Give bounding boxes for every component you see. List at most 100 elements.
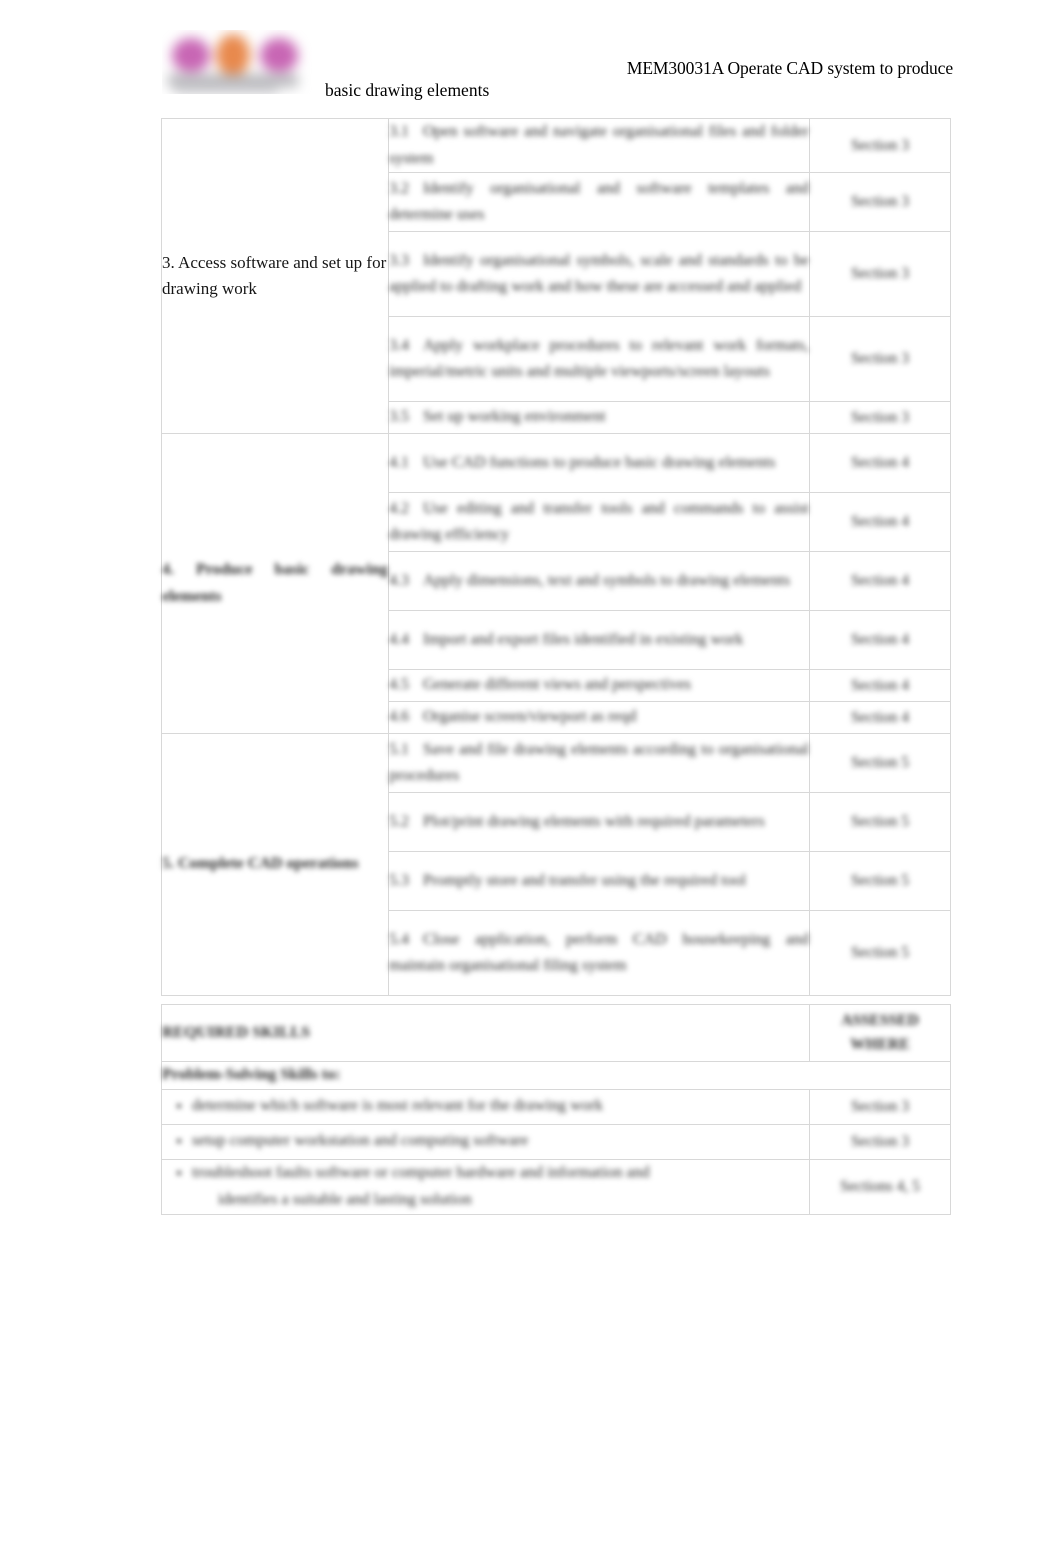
section-label: Section 5	[850, 813, 910, 830]
section-label: Section 3	[850, 408, 910, 426]
criteria-cell: 4.5 Generate different views and perspect…	[388, 669, 810, 702]
criteria-text: 3.1 Open software and navigate organisati…	[389, 119, 809, 172]
table-row: determine which software is most relevan…	[161, 1088, 951, 1125]
criteria-number: 5.4	[389, 930, 409, 948]
criteria-body: Use editing and transfer tools and comma…	[389, 499, 809, 544]
required-skills-heading: REQUIRED SKILLS	[162, 1023, 311, 1041]
assessed-where-header-cell: ASSESSED WHERE	[809, 1004, 951, 1062]
section-label: Section 5	[850, 872, 910, 889]
criteria-text: 5.2 Plot/print drawing elements with requ…	[389, 809, 809, 836]
skill-cell: troubleshoot faults software or computer…	[161, 1158, 810, 1215]
section-cell: Section 4	[809, 701, 951, 734]
element-label-4: 4. Produce basic drawing elements	[162, 561, 388, 605]
criteria-number: 4.2	[389, 499, 409, 517]
criteria-number: 4.4	[389, 630, 409, 648]
problem-solving-subheading: Problem-Solving Skills to:	[162, 1066, 341, 1083]
criteria-text: 5.1 Save and file drawing elements accord…	[389, 737, 809, 790]
criteria-text: 4.4 Import and export files identified in…	[389, 627, 809, 654]
criteria-text: 4.6 Organise screen/viewport as reqd	[389, 704, 809, 731]
section-cell: Section 3	[809, 231, 951, 317]
criteria-text: 3.3 Identify organisational symbols, scal…	[389, 248, 809, 301]
criteria-body: Organise screen/viewport as reqd	[423, 708, 637, 726]
section-label: Section 3	[850, 265, 910, 282]
section-cell: Section 3	[809, 316, 951, 402]
criteria-body: Open software and navigate organisationa…	[389, 123, 809, 167]
section-cell: Section 3	[809, 172, 951, 232]
criteria-number: 4.5	[389, 676, 409, 694]
criteria-body: Promptly store and transfer using the re…	[423, 871, 747, 889]
section-cell: Section 4	[809, 433, 951, 493]
section-label: Section 3	[850, 1132, 910, 1150]
assessed-where-line1: ASSESSED	[841, 1012, 919, 1029]
criteria-body: Save and file drawing elements according…	[389, 740, 809, 785]
criteria-number: 5.2	[389, 812, 409, 830]
logo-shape-left	[172, 38, 210, 72]
required-skills-table: REQUIRED SKILLS ASSESSED WHERE Problem-S…	[161, 1004, 951, 1215]
table-row: REQUIRED SKILLS ASSESSED WHERE	[161, 1004, 951, 1062]
criteria-cell: 4.1 Use CAD functions to produce basic dr…	[388, 433, 810, 493]
section-cell: Section 5	[809, 733, 951, 793]
section-cell: Section 5	[809, 910, 951, 996]
criteria-cell: 3.3 Identify organisational symbols, scal…	[388, 231, 810, 317]
section-label: Section 4	[850, 708, 910, 726]
criteria-body: Use CAD functions to produce basic drawi…	[423, 453, 776, 471]
criteria-number: 4.3	[389, 571, 409, 589]
criteria-body: Apply dimensions, text and symbols to dr…	[423, 571, 791, 589]
section-cell: Section 3	[809, 118, 951, 173]
criteria-text: 3.2 Identify organisational and software …	[389, 176, 809, 229]
section-cell: Section 3	[809, 1123, 951, 1160]
section-cell: Section 4	[809, 551, 951, 611]
criteria-body: Set up working environment	[423, 408, 606, 426]
logo-shape-right	[260, 38, 298, 72]
document-title-line1: MEM30031A Operate CAD system to produce	[626, 58, 953, 78]
criteria-body: Plot/print drawing elements with require…	[423, 812, 765, 830]
criteria-cell: 3.5 Set up working environment	[388, 401, 810, 434]
criteria-number: 4.6	[389, 708, 409, 726]
element-cell-4: 4. Produce basic drawing elements	[161, 433, 389, 734]
element-cell-5: 5. Complete CAD operations	[161, 733, 389, 996]
criteria-text: 4.3 Apply dimensions, text and symbols to…	[389, 568, 809, 595]
table-row: setup computer workstation and computing…	[161, 1123, 951, 1160]
skill-bullet-list: troubleshoot faults software or computer…	[162, 1160, 809, 1213]
section-cell: Sections 4, 5	[809, 1158, 951, 1215]
section-cell: Section 3	[809, 401, 951, 434]
criteria-cell: 3.4 Apply workplace procedures to relevan…	[388, 316, 810, 402]
criteria-cell: 5.3 Promptly store and transfer using the…	[388, 851, 810, 911]
skill-text: troubleshoot faults software or computer…	[192, 1160, 809, 1213]
criteria-text: 3.5 Set up working environment	[389, 404, 809, 431]
section-label: Section 4	[850, 676, 910, 694]
criteria-text: 4.1 Use CAD functions to produce basic dr…	[389, 450, 809, 477]
table-row: Problem-Solving Skills to:	[161, 1061, 951, 1090]
section-label: Section 4	[850, 572, 910, 589]
section-label: Section 4	[850, 454, 910, 471]
criteria-cell: 4.6 Organise screen/viewport as reqd	[388, 701, 810, 734]
criteria-text: 4.2 Use editing and transfer tools and co…	[389, 496, 809, 549]
criteria-body: Import and export files identified in ex…	[423, 630, 744, 648]
logo-wordmark	[168, 74, 298, 87]
criteria-number: 3.2	[389, 179, 409, 197]
section-label: Section 3	[850, 193, 910, 210]
section-label: Section 3	[850, 136, 910, 154]
elements-table-body: 3. Access software and set up for drawin…	[161, 118, 951, 996]
criteria-text: 4.5 Generate different views and perspect…	[389, 672, 809, 699]
criteria-cell: 3.1 Open software and navigate organisati…	[388, 118, 810, 173]
criteria-cell: 4.2 Use editing and transfer tools and co…	[388, 492, 810, 552]
institution-logo	[162, 30, 312, 94]
criteria-body: Identify organisational symbols, scale a…	[389, 251, 809, 296]
document-title-line2: basic drawing elements	[325, 80, 490, 100]
criteria-cell: 4.4 Import and export files identified in…	[388, 610, 810, 670]
skill-cell: determine which software is most relevan…	[161, 1088, 810, 1125]
skills-table-body: REQUIRED SKILLS ASSESSED WHERE Problem-S…	[161, 1004, 951, 1215]
criteria-text: 5.3 Promptly store and transfer using the…	[389, 868, 809, 895]
section-label: Sections 4, 5	[840, 1177, 920, 1195]
section-label: Section 3	[850, 1097, 910, 1115]
section-label: Section 3	[850, 350, 910, 367]
skill-cell: setup computer workstation and computing…	[161, 1123, 810, 1160]
skill-bullet-list: determine which software is most relevan…	[162, 1093, 809, 1120]
criteria-body: Apply workplace procedures to relevant w…	[389, 336, 809, 381]
skill-text: setup computer workstation and computing…	[192, 1128, 809, 1155]
section-cell: Section 5	[809, 792, 951, 852]
criteria-cell: 5.4 Close application, perform CAD housek…	[388, 910, 810, 996]
criteria-number: 5.3	[389, 871, 409, 889]
criteria-body: Close application, perform CAD housekeep…	[389, 930, 809, 975]
